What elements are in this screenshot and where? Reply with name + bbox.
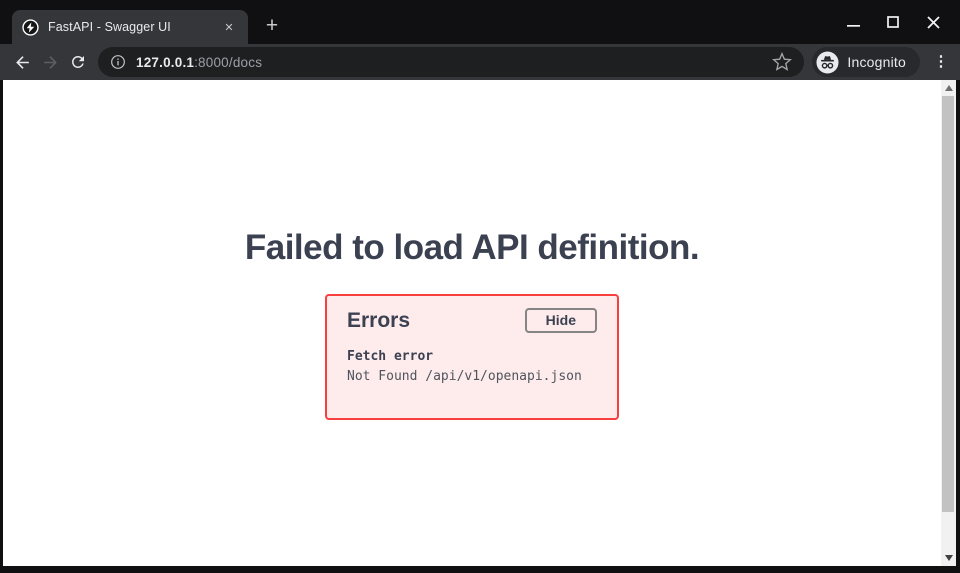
url-path: :8000/docs [194,55,262,70]
browser-toolbar: 127.0.0.1:8000/docs Incognito ⋮ [0,44,960,80]
incognito-label: Incognito [847,54,906,70]
tab-title: FastAPI - Swagger UI [48,20,211,34]
forward-button[interactable] [36,48,64,76]
page-title: Failed to load API definition. [3,228,941,268]
fastapi-favicon-icon [22,19,39,36]
incognito-badge: Incognito [812,47,920,77]
errors-panel: Errors Hide Fetch error Not Found /api/v… [325,294,619,420]
vertical-scrollbar[interactable] [941,80,956,566]
tab-fastapi-swagger[interactable]: FastAPI - Swagger UI ✕ [12,10,248,44]
error-name: Fetch error [347,347,597,367]
reload-button[interactable] [64,48,92,76]
window-controls [838,11,948,33]
errors-panel-header: Errors Hide [347,308,597,333]
bookmark-star-icon[interactable] [772,52,792,72]
scrollbar-thumb[interactable] [942,96,954,512]
errors-title: Errors [347,309,410,333]
tab-close-icon[interactable]: ✕ [220,18,238,36]
scroll-down-arrow-icon[interactable] [941,550,956,566]
back-button[interactable] [8,48,36,76]
tab-strip: FastAPI - Swagger UI ✕ + [0,0,960,44]
url-host: 127.0.0.1 [136,55,194,70]
scroll-up-arrow-icon[interactable] [941,80,956,96]
page-info-icon[interactable] [110,54,126,70]
error-item: Fetch error Not Found /api/v1/openapi.js… [347,347,597,387]
minimize-button[interactable] [838,11,868,33]
address-bar[interactable]: 127.0.0.1:8000/docs [98,47,804,77]
browser-window: FastAPI - Swagger UI ✕ + [0,0,960,573]
hide-errors-button[interactable]: Hide [525,308,597,333]
incognito-spy-icon [816,51,839,74]
url-text: 127.0.0.1:8000/docs [136,55,262,70]
close-window-button[interactable] [918,11,948,33]
maximize-button[interactable] [878,11,908,33]
new-tab-button[interactable]: + [258,13,286,41]
swagger-ui: Failed to load API definition. Errors Hi… [3,80,941,566]
page-content: Failed to load API definition. Errors Hi… [3,80,956,566]
error-message: Not Found /api/v1/openapi.json [347,367,597,387]
browser-menu-button[interactable]: ⋮ [930,48,952,76]
